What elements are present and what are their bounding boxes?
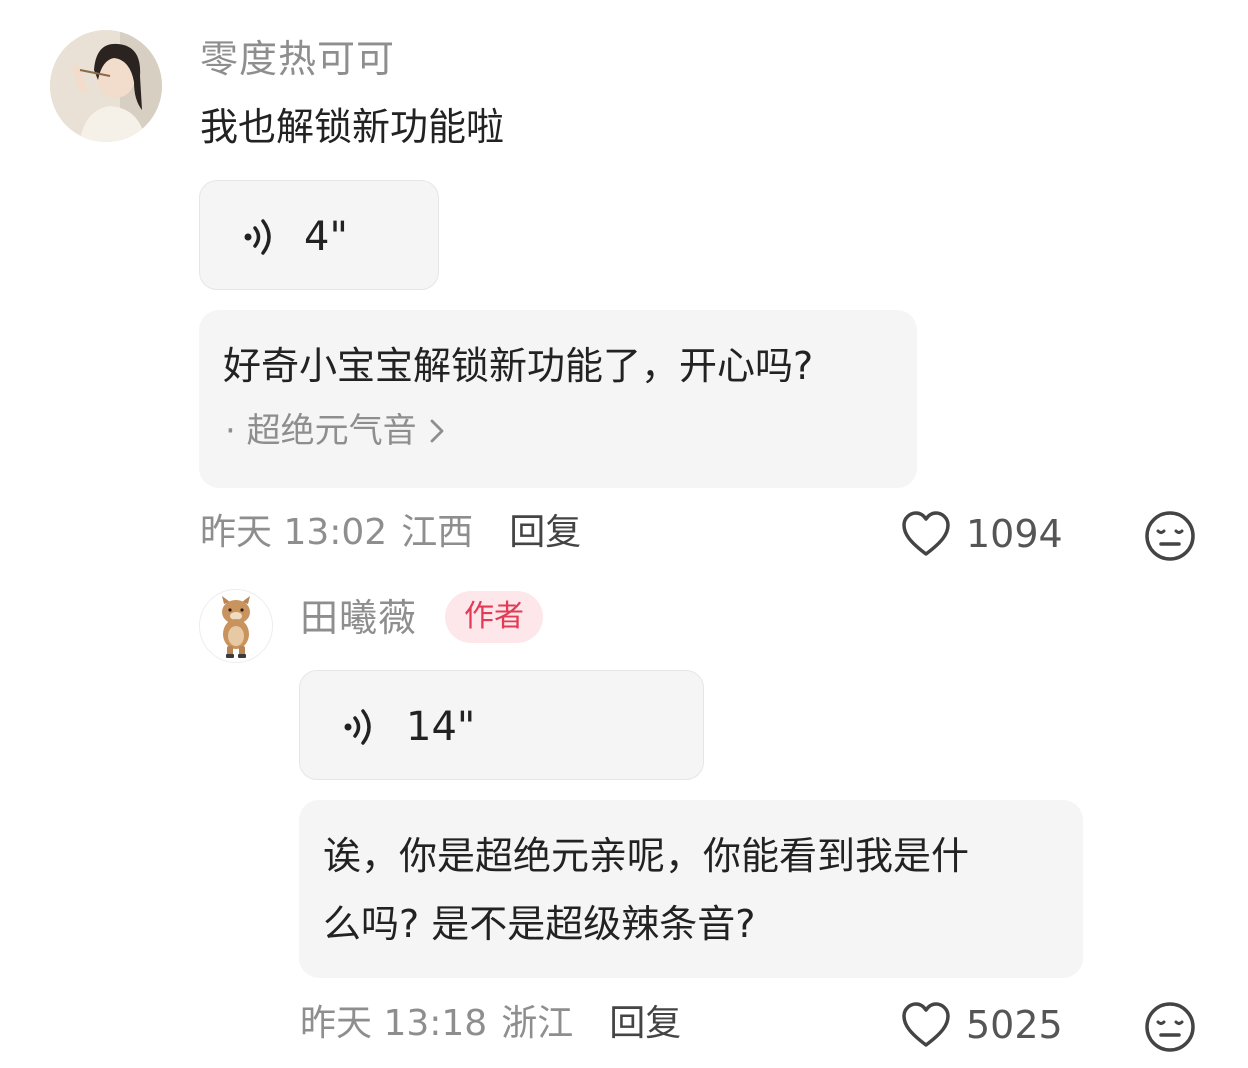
comment-like-button[interactable]: 1094 xyxy=(900,510,1063,558)
reply-meta-row: 昨天 13:18 浙江 回复 xyxy=(300,1006,681,1042)
transcript-source-row[interactable]: · 超绝元气音 xyxy=(225,414,447,448)
author-username[interactable]: 田曦薇 xyxy=(300,599,417,637)
voice-message-bubble[interactable]: 4" xyxy=(199,180,439,290)
comment-reply-button[interactable]: 回复 xyxy=(509,515,581,551)
comment-meta-row: 昨天 13:02 江西 回复 xyxy=(200,515,581,551)
chevron-right-icon xyxy=(430,419,444,443)
reply-transcript-line-2: 么吗? 是不是超级辣条音? xyxy=(323,902,756,946)
reply-location: 浙江 xyxy=(501,1003,574,1044)
meh-face-icon[interactable] xyxy=(1144,1001,1196,1053)
comment-like-count: 1094 xyxy=(966,512,1063,556)
transcript-voice-style: · 超绝元气音 xyxy=(225,411,417,451)
avatar-portrait-image xyxy=(50,30,162,142)
voice-duration: 4" xyxy=(304,214,348,260)
heart-outline-icon xyxy=(902,1002,950,1047)
reply-reply-button[interactable]: 回复 xyxy=(609,1006,681,1042)
voice-transcript-box[interactable]: 好奇小宝宝解锁新功能了，开心吗? · 超绝元气音 xyxy=(199,310,917,488)
commenter-username[interactable]: 零度热可可 xyxy=(200,40,395,78)
voice-wave-icon xyxy=(344,709,371,745)
reply-time: 昨天 13:18 xyxy=(300,1003,488,1044)
meh-face-icon[interactable] xyxy=(1144,510,1196,562)
comment-location: 江西 xyxy=(401,512,474,553)
voice-wave-icon xyxy=(244,219,271,255)
comment-text: 我也解锁新功能啦 xyxy=(200,105,505,149)
reply-voice-message-bubble[interactable]: 14" xyxy=(299,670,704,780)
reply-like-button[interactable]: 5025 xyxy=(900,1001,1063,1049)
reply-like-count: 5025 xyxy=(966,1003,1063,1047)
reply-transcript-line-1: 诶，你是超绝元亲呢，你能看到我是什 xyxy=(323,834,970,878)
avatar-bear-image xyxy=(200,590,272,662)
reply-voice-transcript-box[interactable]: 诶，你是超绝元亲呢，你能看到我是什 么吗? 是不是超级辣条音? xyxy=(299,800,1083,978)
avatar-author[interactable] xyxy=(199,589,273,663)
author-badge: 作者 xyxy=(445,591,543,643)
comment-time: 昨天 13:02 xyxy=(200,512,388,553)
voice-transcript-text: 好奇小宝宝解锁新功能了，开心吗? xyxy=(223,344,814,388)
reply-voice-duration: 14" xyxy=(406,704,476,750)
avatar-commenter[interactable] xyxy=(50,30,162,142)
heart-outline-icon xyxy=(902,511,950,556)
